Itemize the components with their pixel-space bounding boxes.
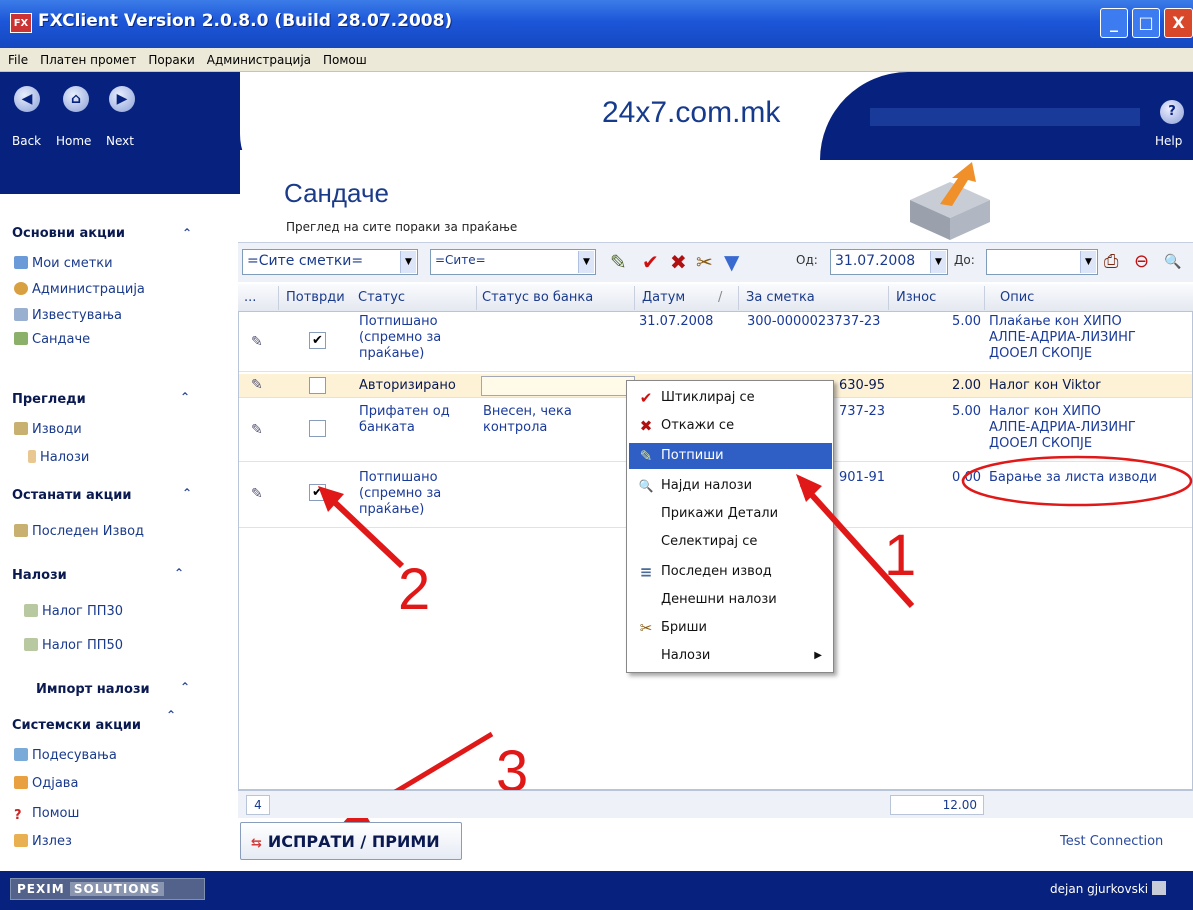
current-user: dejan gjurkovski [1050, 881, 1166, 896]
user-icon [1151, 881, 1166, 895]
highlight-ellipse [961, 455, 1193, 507]
row-count: 4 [246, 795, 270, 815]
brand-logo: PEXIM SOLUTIONS [10, 878, 205, 900]
arrow-2 [325, 493, 405, 569]
total-amount: 12.00 [890, 795, 984, 815]
annotation-number-1: 1 [884, 523, 917, 588]
send-receive-icon: ⇆ [251, 836, 262, 851]
test-connection-link[interactable]: Test Connection [1060, 834, 1163, 849]
send-receive-button[interactable]: ⇆ ИСПРАТИ / ПРИМИ [240, 822, 462, 860]
totals-bar: 4 12.00 [238, 790, 1193, 818]
annotation-overlay [318, 455, 1193, 826]
annotation-number-2: 2 [398, 557, 431, 622]
